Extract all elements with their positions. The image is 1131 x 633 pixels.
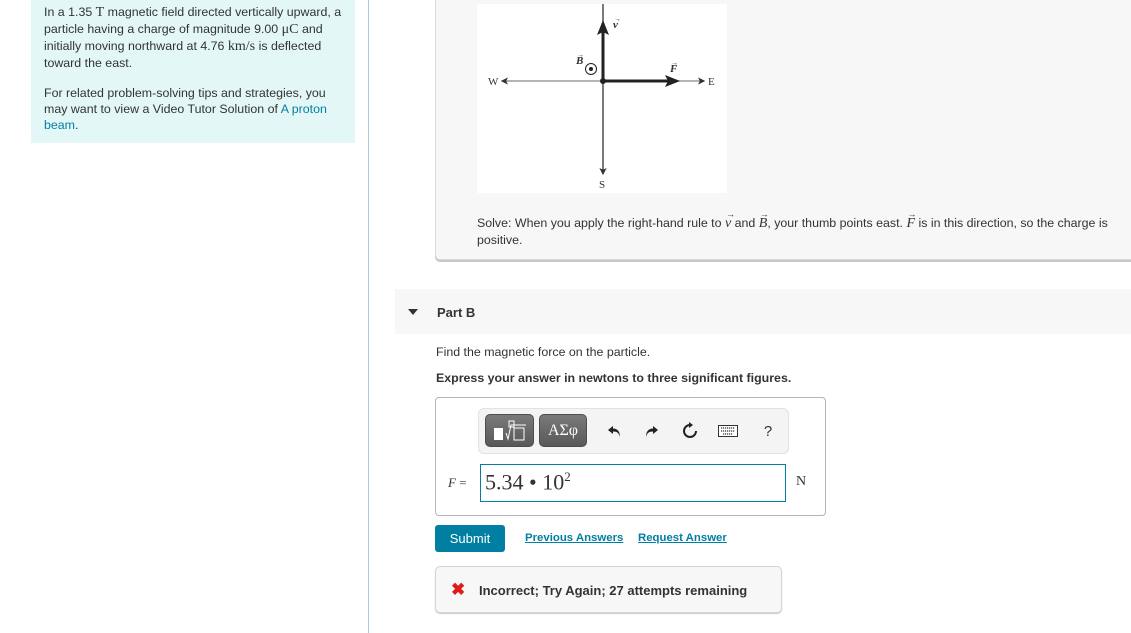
- reset-icon[interactable]: [680, 421, 700, 441]
- vector-diagram: W E S v B F → → →: [477, 4, 727, 193]
- incorrect-x-icon: ✖: [451, 580, 466, 599]
- label-east: E: [708, 76, 715, 88]
- vector-f: F: [906, 206, 916, 232]
- unit-label: N: [796, 474, 807, 489]
- greek-symbols-button[interactable]: ΑΣφ: [539, 414, 587, 447]
- part-b-label: Part B: [437, 305, 476, 320]
- label-south: S: [599, 179, 605, 191]
- arrow-over-v: →: [614, 16, 621, 23]
- feedback-box: ✖ Incorrect; Try Again; 27 attempts rema…: [435, 566, 782, 613]
- label-west: W: [488, 76, 499, 88]
- unit-km-per-s: km/s: [227, 39, 256, 54]
- submit-button[interactable]: Submit: [435, 525, 505, 552]
- instruction-text: Express your answer in newtons to three …: [436, 371, 792, 385]
- problem-statement: In a 1.35 T magnetic field directed vert…: [44, 5, 342, 70]
- vector-v: v: [725, 206, 735, 232]
- tip-paragraph: For related problem-solving tips and str…: [44, 86, 327, 132]
- templates-button[interactable]: [485, 414, 534, 447]
- help-button[interactable]: ?: [758, 421, 778, 441]
- problem-statement-panel: In a 1.35 T magnetic field directed vert…: [31, 0, 355, 143]
- collapse-caret-icon[interactable]: [408, 309, 418, 315]
- previous-answers-link[interactable]: Previous Answers: [525, 532, 623, 544]
- field-out-of-page-dot: [589, 67, 593, 71]
- redo-icon[interactable]: [641, 421, 661, 441]
- answer-input[interactable]: 5.34 • 102: [480, 464, 786, 502]
- arrow-over-b: →: [577, 52, 584, 59]
- question-text: Find the magnetic force on the particle.: [436, 345, 651, 359]
- vector-b: B: [759, 206, 769, 232]
- keyboard-icon[interactable]: [718, 421, 738, 441]
- column-divider: [368, 0, 369, 633]
- origin-dot: [600, 78, 606, 84]
- answer-variable-label: F =: [448, 475, 467, 490]
- unit-tesla: T: [95, 5, 105, 20]
- unit-microcoulomb: μC: [281, 22, 299, 37]
- feedback-text: Incorrect; Try Again; 27 attempts remain…: [479, 583, 748, 598]
- solution-text: Solve: When you apply the right-hand rul…: [477, 206, 1117, 249]
- arrow-over-f: →: [671, 60, 678, 67]
- part-b-header[interactable]: Part B: [395, 289, 1131, 334]
- diagram-svg: W E S v B F → → →: [488, 4, 715, 191]
- undo-icon[interactable]: [605, 421, 625, 441]
- templates-icon: [493, 420, 526, 441]
- math-toolbar: ΑΣφ ?: [478, 408, 789, 454]
- request-answer-link[interactable]: Request Answer: [638, 532, 727, 544]
